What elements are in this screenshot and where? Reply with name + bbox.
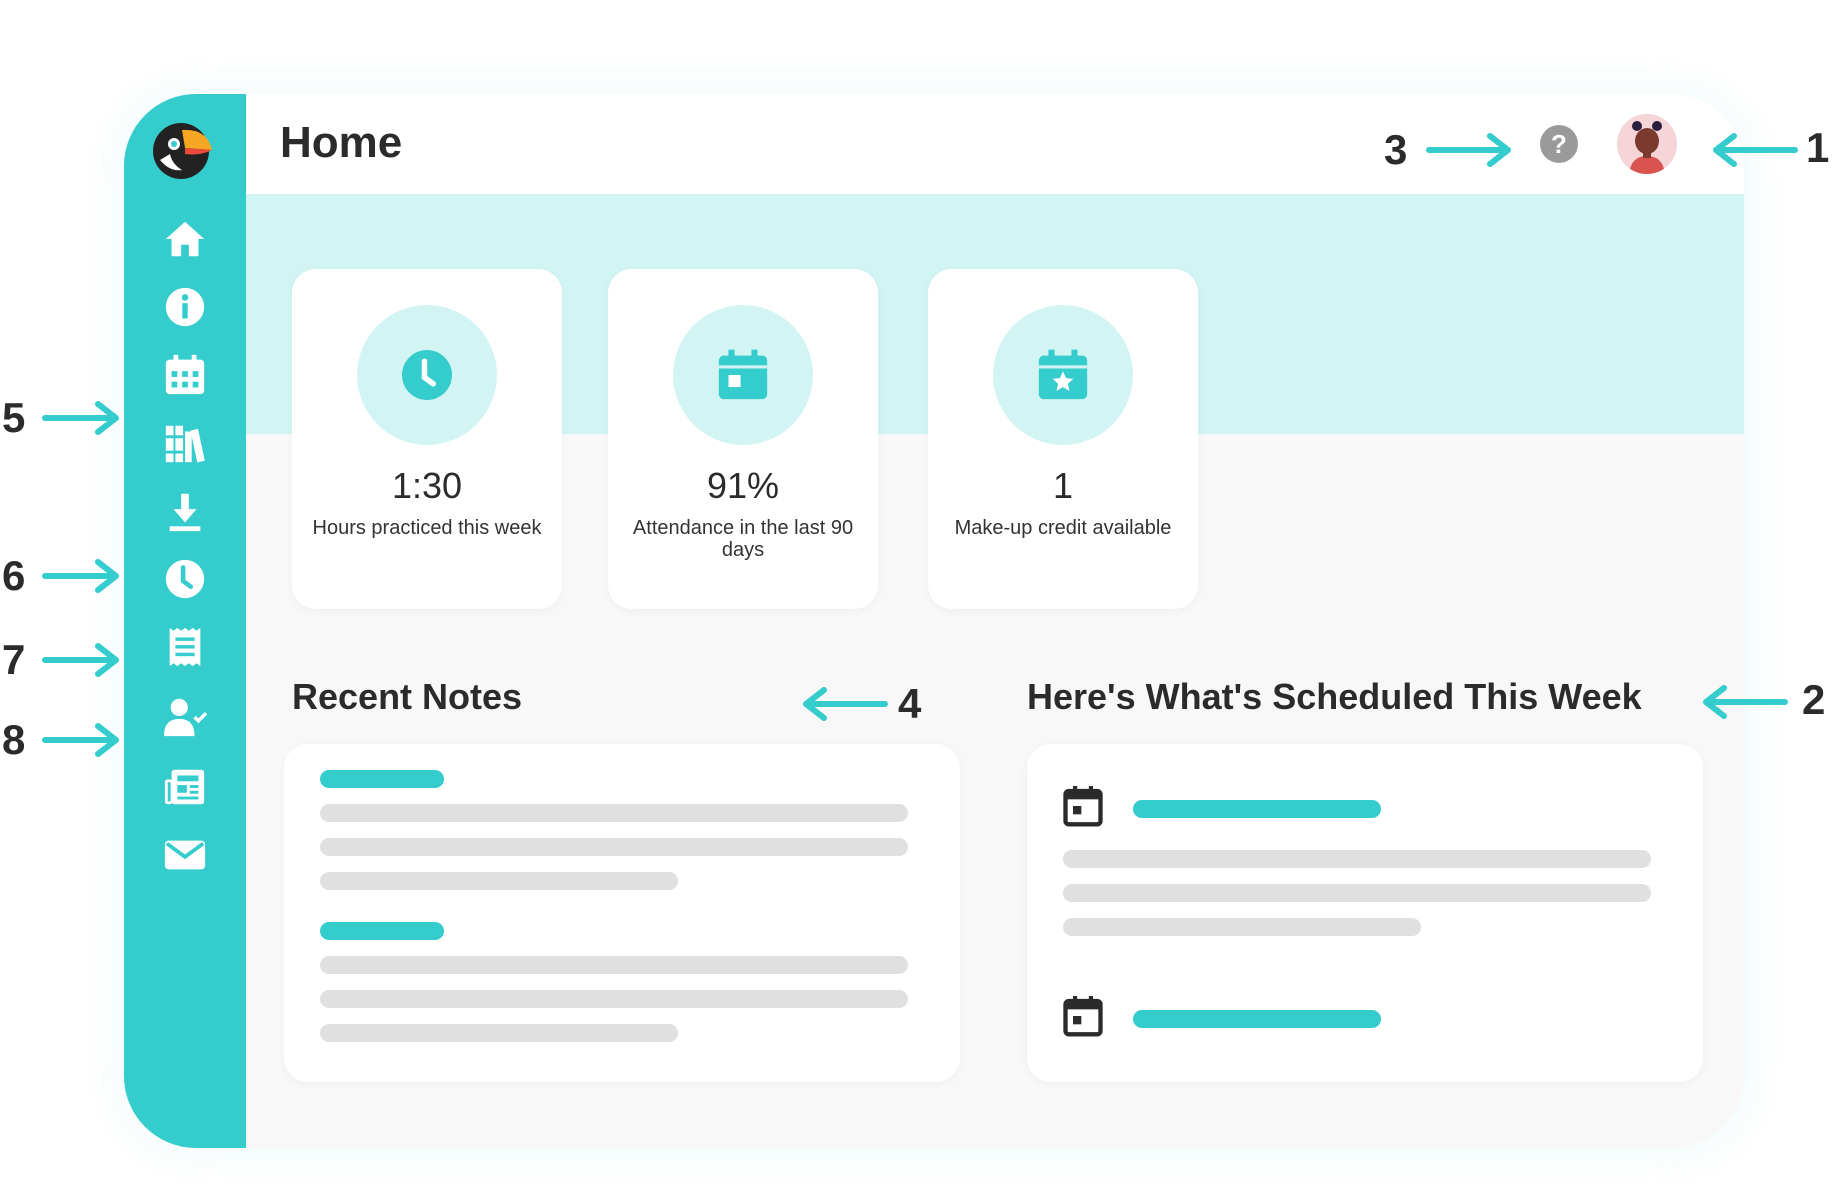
- nav-home[interactable]: [154, 214, 216, 264]
- arrow-left-icon: [803, 687, 888, 721]
- stat-icon-circle: [673, 305, 813, 445]
- event-title-placeholder[interactable]: [1133, 1010, 1381, 1028]
- help-icon: ?: [1551, 128, 1567, 159]
- arrow-right-icon: [42, 723, 119, 757]
- stat-label: Hours practiced this week: [312, 517, 542, 539]
- stat-icon-circle: [357, 305, 497, 445]
- stat-icon-circle: [993, 305, 1133, 445]
- newspaper-icon: [164, 769, 205, 805]
- calendar-icon: [718, 349, 768, 400]
- event-line-placeholder: [1063, 884, 1651, 902]
- arrow-right-icon: [42, 401, 119, 435]
- stat-value: 91%: [706, 465, 780, 506]
- nav-download[interactable]: [154, 486, 216, 536]
- annotation-number: 1: [1806, 124, 1830, 171]
- stat-label: Attendance in the last 90 days: [632, 517, 854, 561]
- nav-calendar[interactable]: [154, 350, 216, 400]
- note-line-placeholder: [320, 990, 908, 1008]
- calendar-icon: [165, 354, 205, 395]
- note-line-placeholder: [320, 804, 908, 822]
- page-title: Home: [280, 118, 403, 167]
- note-line-placeholder: [320, 1024, 678, 1042]
- nav-receipt[interactable]: [154, 622, 216, 672]
- annotation-number: 6: [2, 552, 26, 599]
- nav-info[interactable]: [154, 282, 216, 332]
- receipt-icon: [169, 627, 201, 667]
- info-icon: [165, 287, 205, 327]
- stat-label: Make-up credit available: [954, 517, 1172, 539]
- calendar-star-icon: [1038, 349, 1088, 400]
- note-line-placeholder: [320, 956, 908, 974]
- avatar[interactable]: [1617, 114, 1677, 174]
- note-line-placeholder: [320, 872, 678, 890]
- mail-icon: [164, 840, 206, 870]
- stat-value: 1: [1052, 465, 1074, 506]
- toucan-logo[interactable]: [152, 120, 214, 182]
- arrow-right-icon: [42, 643, 119, 677]
- avatar-icon: [1617, 114, 1677, 174]
- calendar-icon: [1063, 996, 1103, 1037]
- note-title-placeholder[interactable]: [320, 922, 444, 940]
- home-icon: [165, 221, 205, 257]
- nav-mail[interactable]: [154, 830, 216, 880]
- event-line-placeholder: [1063, 918, 1421, 936]
- annotation-number: 8: [2, 716, 26, 763]
- stat-card-hours: 1:30 Hours practiced this week: [292, 269, 562, 609]
- app-window: Home ? 1:30 Hours practiced this week 91…: [124, 94, 1744, 1148]
- annotation-number: 5: [2, 394, 26, 441]
- nav-attendance[interactable]: [154, 692, 216, 742]
- help-button[interactable]: ?: [1540, 125, 1578, 163]
- note-line-placeholder: [320, 838, 908, 856]
- stat-card-attendance: 91% Attendance in the last 90 days: [608, 269, 878, 609]
- stat-card-credits: 1 Make-up credit available: [928, 269, 1198, 609]
- arrow-right-icon: [42, 559, 119, 593]
- event-title-placeholder[interactable]: [1133, 800, 1381, 818]
- annotation-number: 2: [1802, 676, 1826, 723]
- top-header: [246, 94, 1744, 194]
- recent-notes-title: Recent Notes: [292, 676, 523, 717]
- clock-icon: [165, 559, 205, 599]
- annotation-number: 4: [898, 680, 922, 727]
- arrow-left-icon: [1703, 685, 1788, 719]
- clock-icon: [402, 350, 452, 400]
- nav-news[interactable]: [154, 762, 216, 812]
- library-icon: [165, 425, 205, 463]
- annotation-number: 3: [1384, 126, 1408, 173]
- user-check-icon: [163, 698, 208, 737]
- stat-value: 1:30: [391, 465, 463, 506]
- note-title-placeholder[interactable]: [320, 770, 444, 788]
- arrow-left-icon: [1713, 133, 1798, 167]
- calendar-icon: [1063, 786, 1103, 827]
- schedule-title: Here's What's Scheduled This Week: [1027, 676, 1642, 717]
- recent-notes-panel: [284, 744, 960, 1082]
- nav-clock[interactable]: [154, 554, 216, 604]
- schedule-panel: [1027, 744, 1703, 1082]
- event-line-placeholder: [1063, 850, 1651, 868]
- nav-library[interactable]: [154, 418, 216, 468]
- download-icon: [169, 493, 201, 532]
- sidebar: [124, 94, 246, 1148]
- annotation-number: 7: [2, 636, 26, 683]
- arrow-right-icon: [1426, 133, 1511, 167]
